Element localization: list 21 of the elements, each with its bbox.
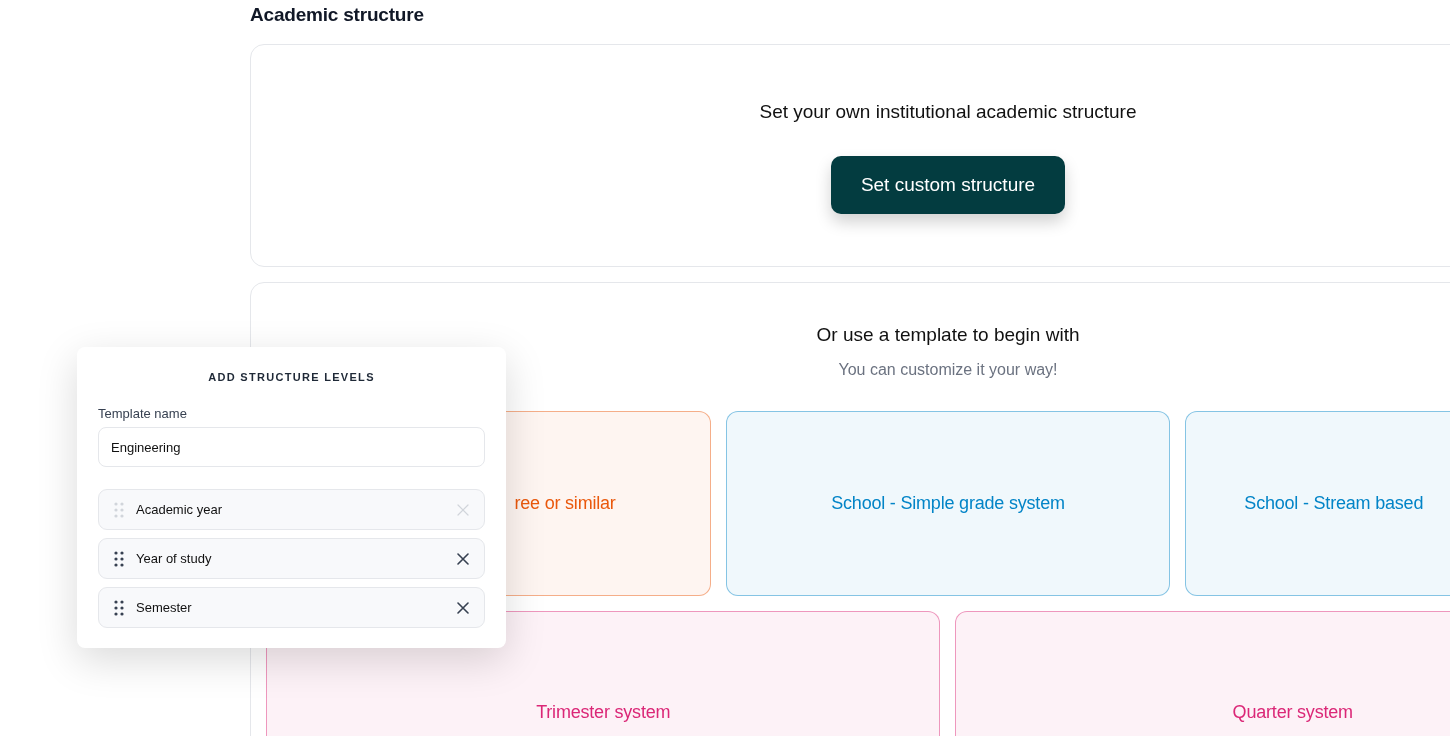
page-title: Academic structure <box>250 3 425 27</box>
template-card[interactable]: Quarter system <box>955 611 1450 736</box>
level-name: Year of study <box>136 551 212 566</box>
field-label: Template name <box>98 406 188 421</box>
drag-handle-icon[interactable] <box>114 599 124 616</box>
set-custom-structure-button[interactable]: Set custom structure <box>830 156 1066 214</box>
template-name-field[interactable]: Engineering <box>98 427 485 467</box>
template-card[interactable]: School - Simple grade system <box>725 411 1171 596</box>
drag-handle-icon[interactable] <box>114 501 124 518</box>
close-icon[interactable] <box>457 601 469 614</box>
custom-structure-heading: Set your own institutional academic structure <box>759 101 1137 123</box>
level-name: Academic year <box>136 502 222 517</box>
close-icon[interactable] <box>457 552 469 565</box>
level-name: Semester <box>136 600 192 615</box>
template-subheading: You can customize it your way! <box>838 361 1058 379</box>
template-card[interactable]: School - Stream based <box>1185 411 1450 596</box>
drag-handle-icon[interactable] <box>114 550 124 567</box>
popover-title: ADD STRUCTURE LEVELS <box>207 371 376 383</box>
template-heading: Or use a template to begin with <box>816 324 1080 346</box>
structure-level-item[interactable]: Semester <box>98 587 485 628</box>
structure-level-item[interactable]: Year of study <box>98 538 485 579</box>
